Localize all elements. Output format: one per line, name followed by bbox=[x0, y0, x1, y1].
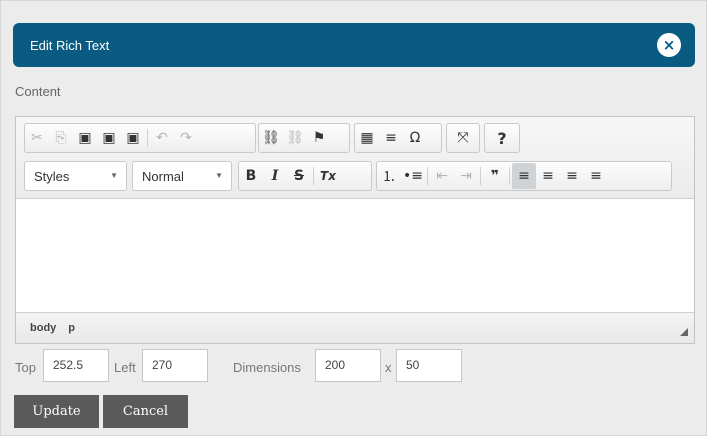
height-input[interactable]: 50 bbox=[396, 349, 462, 382]
resize-handle-icon[interactable] bbox=[680, 328, 688, 336]
edit-rich-text-dialog: Edit Rich Text × Content ✂ ⎘ ▣ ▣ ▣ ↶ ↷ ⛓… bbox=[0, 0, 707, 436]
top-label: Top bbox=[15, 360, 36, 375]
indent-icon[interactable]: ⇥ bbox=[454, 163, 478, 189]
toolbar-separator bbox=[509, 167, 510, 185]
paste-icon[interactable]: ▣ bbox=[73, 125, 97, 151]
clipboard-group: ✂ ⎘ ▣ ▣ ▣ ↶ ↷ bbox=[24, 123, 256, 153]
styles-combo-value: Styles bbox=[34, 168, 70, 184]
bulleted-list-icon[interactable]: •≡ bbox=[401, 163, 425, 189]
table-icon[interactable]: ▦ bbox=[355, 125, 379, 151]
toolbar-separator bbox=[147, 129, 148, 147]
blockquote-icon[interactable]: ❞ bbox=[483, 163, 507, 189]
bold-icon[interactable]: B bbox=[239, 163, 263, 189]
anchor-icon[interactable]: ⚑ bbox=[307, 125, 331, 151]
styles-combo[interactable]: Styles ▼ bbox=[24, 161, 127, 191]
help-group: ? bbox=[484, 123, 520, 153]
italic-icon[interactable]: I bbox=[263, 163, 287, 189]
path-item-p[interactable]: p bbox=[68, 322, 75, 334]
update-button[interactable]: Update bbox=[14, 395, 99, 428]
basic-styles-group: B I S Tx bbox=[238, 161, 372, 191]
left-label: Left bbox=[114, 360, 136, 375]
align-left-icon[interactable]: ≡ bbox=[512, 163, 536, 189]
path-item-body[interactable]: body bbox=[30, 322, 56, 334]
element-path-bar: body p bbox=[16, 312, 694, 343]
paste-text-icon[interactable]: ▣ bbox=[97, 125, 121, 151]
align-right-icon[interactable]: ≡ bbox=[560, 163, 584, 189]
maximize-group: ⤧ bbox=[446, 123, 480, 153]
editor-toolbar: ✂ ⎘ ▣ ▣ ▣ ↶ ↷ ⛓ ⛓ ⚑ ▦ ≡ Ω ⤧ ? Styles ▼ N… bbox=[16, 117, 694, 199]
strikethrough-icon[interactable]: S bbox=[287, 163, 311, 189]
dialog-titlebar: Edit Rich Text × bbox=[13, 23, 695, 67]
paste-word-icon[interactable]: ▣ bbox=[121, 125, 145, 151]
chevron-down-icon: ▼ bbox=[215, 171, 223, 180]
editor-content-area[interactable] bbox=[16, 199, 694, 312]
chevron-down-icon: ▼ bbox=[110, 171, 118, 180]
dimensions-label: Dimensions bbox=[233, 360, 301, 375]
horizontal-line-icon[interactable]: ≡ bbox=[379, 125, 403, 151]
format-combo[interactable]: Normal ▼ bbox=[132, 161, 232, 191]
help-icon[interactable]: ? bbox=[490, 125, 514, 151]
left-input[interactable]: 270 bbox=[142, 349, 208, 382]
outdent-icon[interactable]: ⇤ bbox=[430, 163, 454, 189]
toolbar-separator bbox=[313, 167, 314, 185]
paragraph-group: ⒈ •≡ ⇤ ⇥ ❞ ≡ ≡ ≡ ≡ bbox=[376, 161, 672, 191]
dialog-title: Edit Rich Text bbox=[30, 37, 110, 53]
link-icon[interactable]: ⛓ bbox=[259, 125, 283, 151]
toolbar-separator bbox=[480, 167, 481, 185]
rich-text-editor: ✂ ⎘ ▣ ▣ ▣ ↶ ↷ ⛓ ⛓ ⚑ ▦ ≡ Ω ⤧ ? Styles ▼ N… bbox=[15, 116, 695, 344]
insert-group: ▦ ≡ Ω bbox=[354, 123, 442, 153]
content-label: Content bbox=[15, 84, 61, 99]
numbered-list-icon[interactable]: ⒈ bbox=[377, 163, 401, 189]
cut-icon[interactable]: ✂ bbox=[25, 125, 49, 151]
redo-icon[interactable]: ↷ bbox=[174, 125, 198, 151]
width-input[interactable]: 200 bbox=[315, 349, 381, 382]
undo-icon[interactable]: ↶ bbox=[150, 125, 174, 151]
copy-icon[interactable]: ⎘ bbox=[49, 125, 73, 151]
top-input[interactable]: 252.5 bbox=[43, 349, 109, 382]
close-icon[interactable]: × bbox=[657, 33, 681, 57]
special-character-icon[interactable]: Ω bbox=[403, 125, 427, 151]
toolbar-separator bbox=[427, 167, 428, 185]
justify-icon[interactable]: ≡ bbox=[584, 163, 608, 189]
cancel-button[interactable]: Cancel bbox=[103, 395, 188, 428]
dimension-separator: x bbox=[385, 360, 392, 375]
align-center-icon[interactable]: ≡ bbox=[536, 163, 560, 189]
links-group: ⛓ ⛓ ⚑ bbox=[258, 123, 350, 153]
maximize-icon[interactable]: ⤧ bbox=[451, 125, 475, 151]
format-combo-value: Normal bbox=[142, 168, 184, 184]
remove-format-icon[interactable]: Tx bbox=[316, 163, 340, 189]
unlink-icon[interactable]: ⛓ bbox=[283, 125, 307, 151]
